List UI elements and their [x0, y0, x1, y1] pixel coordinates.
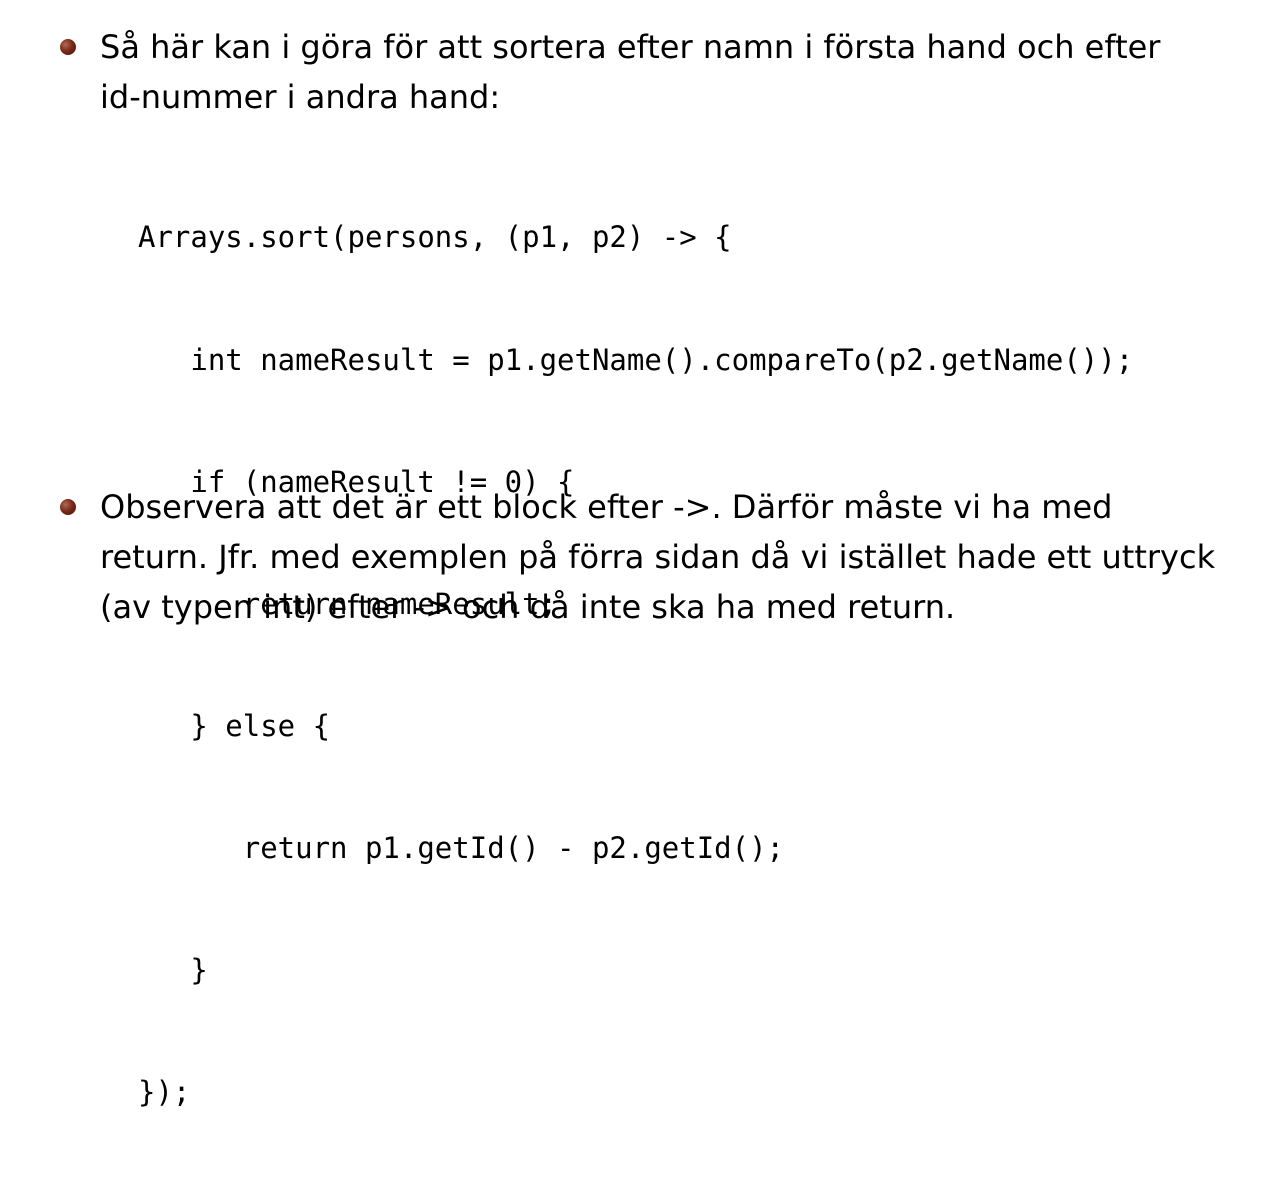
code-line: int nameResult = p1.getName().compareTo(…: [138, 342, 1134, 377]
code-line: Arrays.sort(persons, (p1, p2) -> {: [138, 220, 732, 255]
bullet-text-observation: Observera att det är ett block efter ->.…: [100, 482, 1265, 632]
bullet-line: Observera att det är ett block efter ->.…: [100, 488, 1113, 526]
bullet-icon: [60, 499, 76, 515]
bullet-line: return. Jfr. med exemplen på förra sidan…: [100, 538, 1216, 576]
code-line: });: [138, 1075, 191, 1110]
code-block: Arrays.sort(persons, (p1, p2) -> { int n…: [138, 136, 1133, 1194]
bullet-line: id-nummer i andra hand:: [100, 78, 501, 116]
code-line: }: [138, 952, 208, 987]
bullet-text-intro: Så här kan i göra för att sortera efter …: [100, 22, 1265, 122]
slide: Så här kan i göra för att sortera efter …: [0, 0, 1273, 1109]
bullet-line: Så här kan i göra för att sortera efter …: [100, 28, 1161, 66]
bullet-line: (av typen int) efter -> och då inte ska …: [100, 588, 956, 626]
bullet-icon: [60, 39, 76, 55]
code-line: return p1.getId() - p2.getId();: [138, 830, 785, 865]
code-line: } else {: [138, 708, 331, 743]
